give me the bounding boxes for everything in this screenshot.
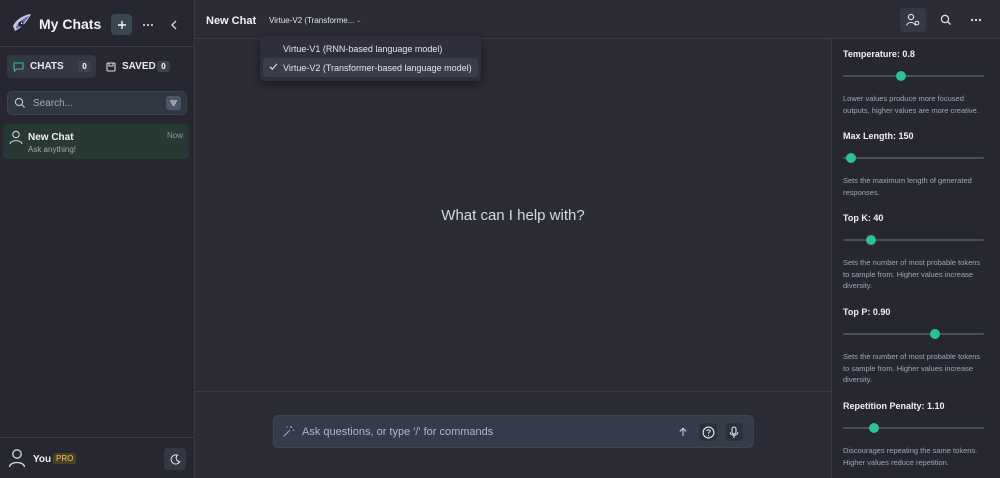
user-icon[interactable] (8, 448, 26, 468)
model-dropdown-menu: Virtue-V1 (RNN-based language model) Vir… (260, 36, 481, 81)
new-chat-button[interactable] (111, 14, 132, 35)
slider-track (843, 157, 984, 159)
collapse-sidebar-button[interactable] (165, 14, 183, 35)
help-icon (702, 426, 714, 438)
param-description: Sets the number of most probable tokens … (843, 352, 981, 384)
slider-track (843, 427, 984, 429)
search-icon (940, 14, 952, 26)
model-option-label: Virtue-V1 (RNN-based language model) (283, 43, 443, 54)
tab-chats-label: CHATS (30, 61, 64, 72)
tab-chats[interactable]: CHATS 0 (7, 55, 96, 78)
param-label: Top K: 40 (843, 213, 884, 223)
repetition-penalty-slider[interactable] (843, 422, 984, 434)
pro-badge: PRO (53, 453, 77, 464)
sidebar-header: My Chats (0, 0, 194, 47)
slider-thumb[interactable] (846, 153, 857, 163)
temperature-slider[interactable] (843, 70, 984, 82)
chats-count-badge: 0 (78, 61, 91, 72)
saved-count-badge: 0 (157, 61, 170, 72)
model-option-label: Virtue-V2 (Transformer-based language mo… (283, 62, 472, 73)
persona-settings-button[interactable] (900, 8, 926, 32)
top-k-slider[interactable] (843, 234, 984, 246)
theme-toggle-button[interactable] (164, 448, 186, 470)
send-button[interactable] (674, 423, 692, 441)
check-icon (269, 62, 278, 71)
search-button[interactable] (933, 8, 959, 32)
param-repetition-penalty: Repetition Penalty: 1.10 Discourages rep… (843, 401, 988, 468)
slider-track (843, 75, 984, 77)
moon-icon (170, 453, 181, 465)
slider-thumb[interactable] (866, 235, 877, 245)
logo-eye-icon (11, 12, 33, 34)
chevron-left-icon (171, 20, 177, 29)
param-label: Max Length: 150 (843, 131, 914, 141)
param-label: Temperature: 0.8 (843, 49, 915, 59)
slider-track (843, 333, 984, 335)
param-description: Sets the number of most probable tokens … (843, 258, 981, 290)
message-input[interactable] (302, 424, 672, 440)
param-max-length: Max Length: 150 Sets the maximum length … (843, 131, 988, 198)
search-input[interactable] (33, 95, 153, 111)
param-label: Top P: 0.90 (843, 307, 891, 317)
composer-area (195, 391, 831, 478)
param-temperature: Temperature: 0.8 Lower values produce mo… (843, 49, 988, 116)
persona-settings-icon (906, 13, 920, 26)
param-description: Discourages repeating the same tokens. H… (843, 446, 978, 467)
filter-icon (170, 100, 177, 106)
search-icon (14, 97, 26, 109)
model-select[interactable]: Virtue-V2 (Transforme... ⌄ (264, 13, 366, 27)
param-top-k: Top K: 40 Sets the number of most probab… (843, 213, 988, 292)
more-icon (970, 18, 982, 22)
microphone-button[interactable] (725, 423, 743, 441)
chat-timestamp: Now (166, 131, 183, 140)
chevron-down-icon: ⌄ (356, 17, 362, 24)
slider-thumb[interactable] (869, 423, 880, 433)
help-button[interactable] (699, 423, 717, 441)
param-label: Repetition Penalty: 1.10 (843, 401, 945, 411)
chat-title: New Chat (28, 132, 74, 143)
composer (273, 415, 754, 448)
tab-saved[interactable]: SAVED 0 (100, 55, 175, 78)
more-icon (142, 23, 154, 26)
plus-icon (117, 20, 126, 29)
model-option-virtue-v1[interactable]: Virtue-V1 (RNN-based language model) (263, 39, 478, 58)
chat-search (7, 91, 187, 115)
microphone-icon (729, 425, 739, 438)
chat-bubble-icon (13, 61, 24, 72)
sidebar-title: My Chats (39, 16, 102, 32)
max-length-slider[interactable] (843, 152, 984, 164)
filter-button[interactable] (166, 96, 181, 110)
tab-saved-label: SAVED (122, 61, 156, 72)
sidebar-footer: You PRO (0, 437, 194, 478)
chat-subtitle: Ask anything! (28, 145, 77, 154)
sidebar: My Chats CHATS 0 SAVED 0 Search... New C… (0, 0, 195, 478)
bookmark-icon (106, 61, 116, 72)
param-top-p: Top P: 0.90 Sets the number of most prob… (843, 307, 988, 386)
magic-wand-icon[interactable] (282, 425, 295, 438)
slider-track (843, 239, 984, 241)
avatar-icon (9, 130, 23, 145)
model-select-value: Virtue-V2 (Transforme... (269, 15, 355, 25)
top-p-slider[interactable] (843, 328, 984, 340)
arrow-up-icon (679, 427, 687, 436)
page-title: New Chat (206, 15, 257, 27)
chat-list-item[interactable]: New Chat Ask anything! Now (3, 124, 189, 159)
more-options-button[interactable] (963, 8, 989, 32)
slider-thumb[interactable] (895, 71, 906, 81)
user-name[interactable]: You (33, 454, 51, 465)
param-description: Lower values produce more focused output… (843, 94, 979, 115)
settings-panel: Temperature: 0.8 Lower values produce mo… (831, 39, 1000, 478)
hero-heading: What can I help with? (441, 207, 585, 224)
slider-thumb[interactable] (929, 329, 940, 339)
model-option-virtue-v2[interactable]: Virtue-V2 (Transformer-based language mo… (263, 58, 478, 77)
param-description: Sets the maximum length of generated res… (843, 176, 972, 197)
top-bar: New Chat Virtue-V2 (Transforme... ⌄ (195, 0, 1000, 39)
sidebar-more-button[interactable] (139, 14, 157, 35)
